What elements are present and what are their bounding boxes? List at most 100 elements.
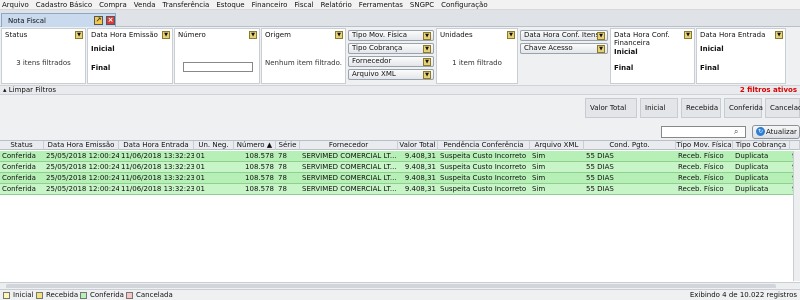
- legend-swatch: [3, 291, 10, 299]
- menu-ferramentas[interactable]: Ferramentas: [359, 1, 403, 9]
- undock-icon[interactable]: ↗: [94, 16, 103, 25]
- status-legend-bar: Inicial Recebida Conferida Cancelada Exi…: [0, 289, 800, 300]
- filter-icon[interactable]: ▼: [684, 31, 692, 39]
- legend-label: Inicial: [13, 291, 34, 299]
- menu-transferencia[interactable]: Transferência: [163, 1, 210, 9]
- menu-compra[interactable]: Compra: [99, 1, 127, 9]
- cell-status: Conferida: [2, 174, 36, 182]
- filter-status[interactable]: Status ▼ 3 itens filtrados: [1, 28, 86, 84]
- clear-filters-label: Limpar Filtros: [8, 86, 57, 94]
- cell-tipo-mov: Receb. Físico: [678, 152, 724, 160]
- menu-financeiro[interactable]: Financeiro: [252, 1, 288, 9]
- tab-nota-fiscal[interactable]: Nota Fiscal ↗ ×: [1, 13, 116, 27]
- filter-icon[interactable]: ▼: [597, 45, 605, 53]
- column-header[interactable]: Fornecedor: [300, 141, 398, 150]
- cell-serie: 78: [278, 174, 287, 182]
- cell-data-entrada: 11/06/2018 13:32:23: [121, 152, 194, 160]
- column-header[interactable]: Status: [0, 141, 44, 150]
- filter-origem[interactable]: Origem ▼ Nenhum item filtrado.: [261, 28, 346, 84]
- filter-tipo-mov-fisica[interactable]: Tipo Mov. Física ▼: [348, 30, 434, 41]
- filter-icon[interactable]: ▼: [423, 45, 431, 53]
- combo-label: Data Hora Conf. Itens: [524, 31, 600, 39]
- filter-icon[interactable]: ▼: [775, 31, 783, 39]
- menu-arquivo[interactable]: Arquivo: [2, 1, 29, 9]
- cell-arquivo-xml: Sim: [532, 152, 546, 160]
- clear-filters-button[interactable]: ▴ Limpar Filtros: [3, 86, 56, 94]
- tab-label: Nota Fiscal: [8, 16, 46, 25]
- search-icon[interactable]: ⌕: [734, 127, 738, 137]
- record-count: Exibindo 4 de 10.022 registros: [689, 291, 797, 299]
- menu-estoque[interactable]: Estoque: [216, 1, 244, 9]
- cell-arquivo-xml: Sim: [532, 163, 546, 171]
- menu-relatorio[interactable]: Relatório: [321, 1, 352, 9]
- vertical-scrollbar[interactable]: [793, 151, 800, 281]
- column-header[interactable]: Data Hora Entrada: [119, 141, 194, 150]
- filter-icon[interactable]: ▼: [162, 31, 170, 39]
- cell-status: Conferida: [2, 163, 36, 171]
- menu-venda[interactable]: Venda: [134, 1, 156, 9]
- filter-unidades-content: 1 item filtrado: [452, 59, 502, 67]
- combo-label: Arquivo XML: [352, 70, 396, 78]
- cell-valor-total: 9.408,31: [404, 185, 436, 193]
- filter-icon[interactable]: ▼: [423, 71, 431, 79]
- filter-chave-acesso[interactable]: Chave Acesso ▼: [520, 43, 608, 54]
- column-header[interactable]: Arquivo XML: [530, 141, 584, 150]
- column-header[interactable]: Série: [276, 141, 300, 150]
- column-header[interactable]: Un. Neg.: [194, 141, 234, 150]
- menu-configuracao[interactable]: Configuração: [441, 1, 487, 9]
- column-header[interactable]: [790, 141, 800, 150]
- horizontal-scrollbar[interactable]: [0, 282, 800, 288]
- table-row[interactable]: Conferida 25/05/2018 12:00:24 11/06/2018…: [0, 173, 800, 184]
- refresh-label: Atualizar: [766, 128, 797, 136]
- menu-fiscal[interactable]: Fiscal: [294, 1, 313, 9]
- filter-icon[interactable]: ▼: [423, 58, 431, 66]
- filter-arquivo-xml[interactable]: Arquivo XML ▼: [348, 69, 434, 80]
- close-icon[interactable]: ×: [106, 16, 115, 25]
- legend-label: Cancelada: [136, 291, 173, 299]
- table-row[interactable]: Conferida 25/05/2018 12:00:24 11/06/2018…: [0, 162, 800, 173]
- scroll-thumb[interactable]: [6, 284, 776, 288]
- menu-bar: Arquivo Cadastro Básico Compra Venda Tra…: [0, 0, 800, 10]
- cell-tipo-cobranca: Duplicata: [735, 174, 769, 182]
- cell-fornecedor: SERVIMED COMERCIAL LT...: [302, 185, 397, 193]
- tab-strip: Nota Fiscal ↗ ×: [0, 10, 800, 27]
- column-header[interactable]: Tipo Cobrança: [733, 141, 790, 150]
- column-header[interactable]: Valor Total: [398, 141, 438, 150]
- numero-input[interactable]: [183, 62, 253, 72]
- filter-icon[interactable]: ▼: [507, 31, 515, 39]
- cell-pendencia: Suspeita Custo Incorreto: [440, 174, 527, 182]
- column-header[interactable]: Número ▲: [234, 141, 276, 150]
- filter-tipo-cobranca[interactable]: Tipo Cobrança ▼: [348, 43, 434, 54]
- table-row[interactable]: Conferida 25/05/2018 12:00:24 11/06/2018…: [0, 184, 800, 195]
- menu-sngpc[interactable]: SNGPC: [410, 1, 434, 9]
- column-header[interactable]: Tipo Mov. Física: [676, 141, 733, 150]
- filter-unidades[interactable]: Unidades ▼ 1 item filtrado: [436, 28, 518, 84]
- filter-icon[interactable]: ▼: [335, 31, 343, 39]
- filter-fornecedor[interactable]: Fornecedor ▼: [348, 56, 434, 67]
- filter-icon[interactable]: ▼: [75, 31, 83, 39]
- combo-label: Chave Acesso: [524, 44, 573, 52]
- filter-data-conf-itens[interactable]: Data Hora Conf. Itens ▼: [520, 30, 608, 41]
- menu-cadastro-basico[interactable]: Cadastro Básico: [36, 1, 92, 9]
- filter-conf-financeira[interactable]: Data Hora Conf. Financeira ▼ Inicial Fin…: [610, 28, 695, 84]
- cell-data-entrada: 11/06/2018 13:32:23: [121, 174, 194, 182]
- filter-icon[interactable]: ▼: [597, 32, 605, 40]
- refresh-button[interactable]: ↻ Atualizar: [752, 125, 800, 139]
- cell-data-emissao: 25/05/2018 12:00:24: [46, 174, 119, 182]
- filter-data-entrada[interactable]: Data Hora Entrada ▼ Inicial Final: [696, 28, 786, 84]
- cell-data-emissao: 25/05/2018 12:00:24: [46, 152, 119, 160]
- filter-final-label: Final: [700, 64, 720, 72]
- column-header[interactable]: Pendência Conferência: [438, 141, 530, 150]
- filter-unidades-header: Unidades: [440, 31, 473, 39]
- cell-cond-pgto: 55 DIAS: [586, 174, 614, 182]
- column-header[interactable]: Cond. Pgto.: [584, 141, 676, 150]
- filter-data-emissao[interactable]: Data Hora Emissão ▼ Inicial Final: [87, 28, 173, 84]
- cell-tipo-cobranca: Duplicata: [735, 152, 769, 160]
- column-header[interactable]: Data Hora Emissão: [44, 141, 119, 150]
- filter-icon[interactable]: ▼: [423, 32, 431, 40]
- cell-data-emissao: 25/05/2018 12:00:24: [46, 163, 119, 171]
- cell-pendencia: Suspeita Custo Incorreto: [440, 152, 527, 160]
- combo-label: Fornecedor: [352, 57, 392, 65]
- table-row[interactable]: Conferida 25/05/2018 12:00:24 11/06/2018…: [0, 151, 800, 162]
- filter-icon[interactable]: ▼: [249, 31, 257, 39]
